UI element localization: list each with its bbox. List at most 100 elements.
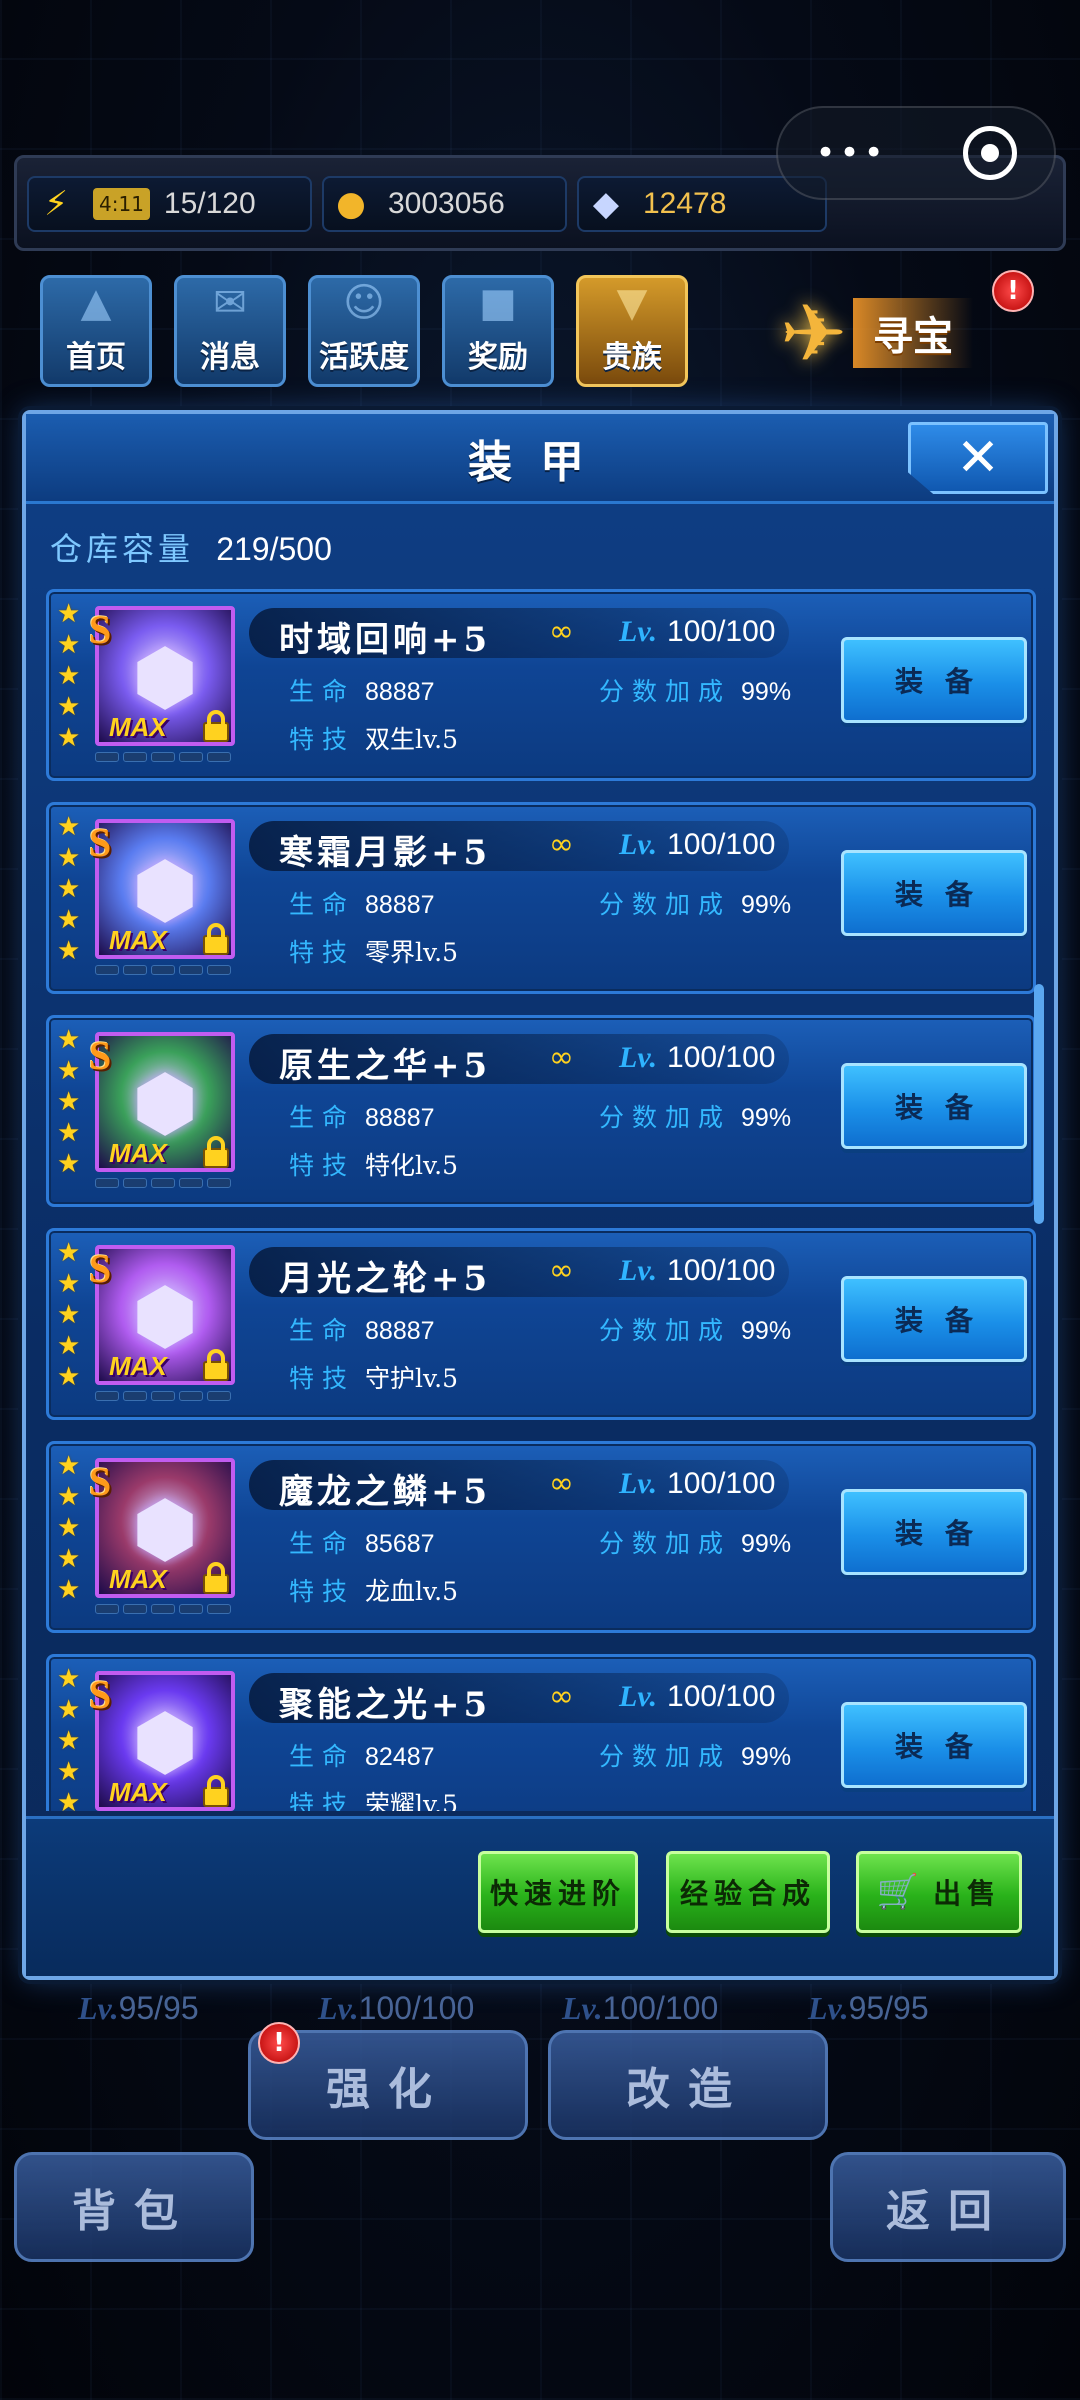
sell-button[interactable]: 🛒 出售 bbox=[856, 1851, 1022, 1933]
nav-noble-button[interactable]: ▼ 贵族 bbox=[576, 275, 688, 387]
energy-resource[interactable]: ⚡ 4:11 15/120 bbox=[27, 176, 312, 232]
bg-level-1: Lv.95/95 bbox=[78, 1990, 199, 2027]
star-icon: ★ bbox=[57, 1056, 81, 1086]
capacity-value: 219/500 bbox=[216, 531, 332, 567]
armor-item[interactable]: ★ ★ ★ ★ ★ ⬢ S MAX 魔龙之鳞+5 ∞ Lv. 100/100 生命 8568… bbox=[46, 1441, 1036, 1633]
back-button[interactable]: 返回 bbox=[830, 2152, 1066, 2262]
lock-icon[interactable] bbox=[199, 1775, 233, 1809]
lock-icon[interactable] bbox=[199, 710, 233, 744]
lock-icon[interactable] bbox=[199, 1349, 233, 1383]
lock-icon[interactable] bbox=[199, 1136, 233, 1170]
gem-slot bbox=[207, 965, 231, 975]
hp-stat: 生命 88887 bbox=[289, 885, 435, 921]
rank-badge: S bbox=[89, 1033, 112, 1078]
level-tag: Lv. bbox=[619, 1254, 658, 1287]
gem-slot bbox=[207, 1391, 231, 1401]
score-bonus-label: 分数加成 bbox=[599, 1316, 732, 1345]
modify-button[interactable]: 改造 bbox=[548, 2030, 828, 2140]
star-icon: ★ bbox=[57, 630, 81, 660]
gem-slot bbox=[95, 965, 119, 975]
home-icon: ▲ bbox=[80, 280, 112, 326]
gold-resource[interactable]: ● 3003056 bbox=[322, 176, 567, 232]
armor-item[interactable]: ★ ★ ★ ★ ★ ⬢ S MAX 原生之华+5 ∞ Lv. 100/100 生命 8888… bbox=[46, 1015, 1036, 1207]
level-value: 100/100 bbox=[667, 828, 776, 861]
equip-button[interactable]: 装备 bbox=[841, 1063, 1027, 1149]
equip-button[interactable]: 装备 bbox=[841, 1702, 1027, 1788]
bg-level-3-value: 100/100 bbox=[602, 1990, 719, 2026]
close-program-icon[interactable] bbox=[962, 126, 1017, 180]
gem-slot bbox=[151, 1178, 175, 1188]
score-bonus-stat: 分数加成 99% bbox=[599, 1737, 791, 1773]
armor-name: 魔龙之鳞+5 bbox=[279, 1472, 492, 1512]
star-icon: ★ bbox=[57, 599, 81, 629]
star-icon: ★ bbox=[57, 723, 81, 753]
star-rating: ★ ★ ★ ★ ★ bbox=[57, 1026, 80, 1178]
coin-icon: ● bbox=[336, 184, 366, 224]
hp-label: 生命 bbox=[289, 1529, 356, 1558]
armor-item[interactable]: ★ ★ ★ ★ ★ ⬢ S MAX 聚能之光+5 ∞ Lv. 100/100 生命 8248… bbox=[46, 1654, 1036, 1811]
equip-button[interactable]: 装备 bbox=[841, 1276, 1027, 1362]
equip-button[interactable]: 装备 bbox=[841, 1489, 1027, 1575]
armor-list[interactable]: ★ ★ ★ ★ ★ ⬢ S MAX 时域回响+5 ∞ Lv. 100/100 生命 8888… bbox=[46, 589, 1036, 1811]
star-icon: ★ bbox=[57, 1451, 81, 1481]
skill-label: 特技 bbox=[289, 1364, 356, 1393]
bg-level-1-value: 95/95 bbox=[118, 1990, 199, 2026]
nav-rewards-button[interactable]: ■ 奖励 bbox=[442, 275, 554, 387]
armor-level: Lv. 100/100 bbox=[619, 1040, 775, 1075]
max-tag: MAX bbox=[109, 1351, 167, 1381]
armor-level: Lv. 100/100 bbox=[619, 1679, 775, 1714]
gem-slot bbox=[179, 752, 203, 762]
armor-item[interactable]: ★ ★ ★ ★ ★ ⬢ S MAX 寒霜月影+5 ∞ Lv. 100/100 生命 8888… bbox=[46, 802, 1036, 994]
hp-stat: 生命 88887 bbox=[289, 1098, 435, 1134]
star-icon: ★ bbox=[57, 661, 81, 691]
gem-slot bbox=[123, 1178, 147, 1188]
score-bonus-value: 99% bbox=[741, 1743, 792, 1771]
quick-advance-button[interactable]: 快速进阶 bbox=[478, 1851, 638, 1933]
lock-icon[interactable] bbox=[199, 1562, 233, 1596]
bg-level-2: Lv.100/100 bbox=[318, 1990, 474, 2027]
nav-messages-button[interactable]: ✉ 消息 bbox=[174, 275, 286, 387]
level-value: 100/100 bbox=[667, 1467, 776, 1500]
gem-slot bbox=[207, 752, 231, 762]
gem-slot bbox=[207, 1178, 231, 1188]
hp-label: 生命 bbox=[289, 1103, 356, 1132]
max-tag: MAX bbox=[109, 1777, 167, 1807]
nav-home-button[interactable]: ▲ 首页 bbox=[40, 275, 152, 387]
diamond-icon: ◆ bbox=[592, 184, 620, 224]
nav-messages-label: 消息 bbox=[200, 340, 260, 375]
panel-title: 装甲 bbox=[468, 436, 612, 488]
link-emblem-icon: ∞ bbox=[549, 1253, 574, 1288]
nav-activity-button[interactable]: ☺ 活跃度 bbox=[308, 275, 420, 387]
armor-panel: 装甲 ✕ 仓库容量 219/500 ★ ★ ★ ★ ★ ⬢ S MAX 时域回响+5 ∞… bbox=[22, 410, 1058, 1980]
equip-button[interactable]: 装备 bbox=[841, 637, 1027, 723]
armor-level: Lv. 100/100 bbox=[619, 827, 775, 862]
treasure-notification-badge: ! bbox=[992, 270, 1034, 312]
equip-button[interactable]: 装备 bbox=[841, 850, 1027, 936]
smile-badge-icon: ☺ bbox=[343, 280, 385, 326]
gem-value: 12478 bbox=[643, 187, 727, 220]
bag-button[interactable]: 背包 bbox=[14, 2152, 254, 2262]
rank-badge: S bbox=[89, 820, 112, 865]
gem-slots bbox=[95, 1178, 231, 1188]
hp-label: 生命 bbox=[289, 890, 356, 919]
skill-stat: 特技 双生lv.5 bbox=[289, 720, 458, 756]
armor-name: 月光之轮+5 bbox=[279, 1259, 492, 1299]
skill-stat: 特技 特化lv.5 bbox=[289, 1146, 458, 1182]
star-icon: ★ bbox=[57, 1788, 81, 1811]
armor-item[interactable]: ★ ★ ★ ★ ★ ⬢ S MAX 月光之轮+5 ∞ Lv. 100/100 生命 8888… bbox=[46, 1228, 1036, 1420]
panel-header: 装甲 bbox=[26, 414, 1054, 504]
gem-slots bbox=[95, 1604, 231, 1614]
list-scrollbar[interactable] bbox=[1034, 984, 1044, 1224]
rank-badge: S bbox=[89, 1672, 112, 1717]
link-emblem-icon: ∞ bbox=[549, 1466, 574, 1501]
armor-name: 时域回响+5 bbox=[279, 620, 492, 660]
bg-level-2-value: 100/100 bbox=[358, 1990, 475, 2026]
exp-merge-button[interactable]: 经验合成 bbox=[666, 1851, 830, 1933]
lightning-icon: ⚡ bbox=[44, 184, 68, 224]
lock-icon[interactable] bbox=[199, 923, 233, 957]
star-rating: ★ ★ ★ ★ ★ bbox=[57, 1665, 80, 1811]
armor-item[interactable]: ★ ★ ★ ★ ★ ⬢ S MAX 时域回响+5 ∞ Lv. 100/100 生命 8888… bbox=[46, 589, 1036, 781]
star-rating: ★ ★ ★ ★ ★ bbox=[57, 1452, 80, 1604]
more-options-icon[interactable]: ••• bbox=[815, 133, 887, 173]
close-button[interactable]: ✕ bbox=[908, 422, 1048, 494]
